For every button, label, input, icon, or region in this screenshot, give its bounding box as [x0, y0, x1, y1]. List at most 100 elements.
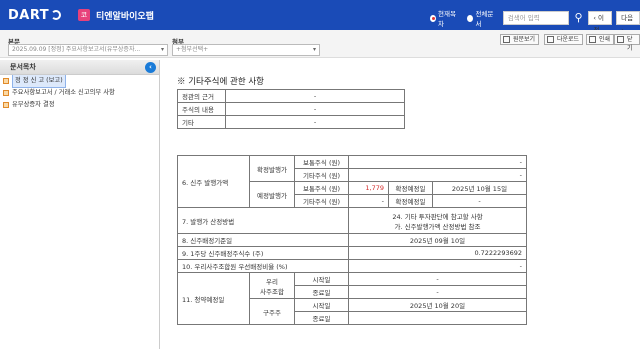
cell-value: -: [348, 259, 527, 273]
document-viewer: ※ 기타주식에 관한 사항 정관의 근거 - 주식의 내용 - 기타 - 6. 신주 …: [162, 60, 640, 349]
row-label: 9. 1주당 신주배정주식수 (주): [177, 246, 349, 260]
other-stock-label: 기타주식 (원): [294, 194, 349, 208]
toc-title: 문서목차: [10, 63, 36, 71]
esop-label-2: 사주조합: [260, 287, 284, 296]
other-stock-table: 정관의 근거 - 주식의 내용 - 기타 -: [177, 89, 405, 129]
end-date-label: 종료일: [294, 285, 349, 299]
toc-item-label: 정 정 신 고 (보고): [12, 74, 66, 88]
file-icon: [3, 78, 9, 84]
confirm-date-label: 확정예정일: [388, 181, 433, 195]
collapse-sidebar-icon[interactable]: ‹: [145, 62, 156, 73]
other-stock-label: 기타주식 (원): [294, 168, 349, 182]
common-stock-label: 보통주식 (원): [294, 155, 349, 169]
corp-type-badge: 코: [78, 9, 90, 21]
view-original-button[interactable]: 원문보기: [500, 34, 540, 45]
document-icon: [503, 36, 510, 43]
pricing-note-2: 가. 신주발행가액 산정방법 참조: [394, 222, 481, 231]
row-label: 10. 우리사주조합원 우선배정비율 (%): [177, 259, 349, 273]
company-name: 티엔알바이오팹: [96, 11, 154, 22]
common-stock-label: 보통주식 (원): [294, 181, 349, 195]
capital-increase-table: 6. 신주 발행가액 확정발행가 보통주식 (원) - 기타주식 (원) - 예…: [177, 155, 527, 325]
row-value: -: [225, 89, 405, 103]
report-select[interactable]: 2025.09.09 [정정] 주요사항보고서(유무상증자... ▾: [8, 44, 168, 56]
table-row: 정관의 근거 -: [177, 89, 405, 103]
row-label: 6. 신주 발행가액: [177, 155, 250, 208]
cell-value: 0.7222293692: [348, 246, 527, 260]
table-row: 주식의 내용 -: [177, 102, 405, 116]
cell-value: [348, 311, 527, 325]
toc-sidebar: 문서목차 ‹ 정 정 신 고 (보고) 주요사항보고서 / 거래소 신고의무 사…: [0, 60, 160, 349]
top-header: DART 코 티엔알바이오팹 현재목차 전체문서 검색어 입력 ⚲ ‹ 이전 다…: [0, 0, 640, 34]
download-label: 다운로드: [557, 36, 580, 43]
cell-value: -: [348, 155, 527, 169]
toc-item-major-report[interactable]: 주요사항보고서 / 거래소 신고의무 사항: [0, 87, 159, 99]
table-row: 9. 1주당 신주배정주식수 (주) 0.7222293692: [177, 246, 527, 260]
toc-item-label: 유무상증자 결정: [12, 101, 55, 108]
search-area: 현재목차 전체문서 검색어 입력 ⚲ ‹ 이전 다음 ›: [430, 8, 640, 34]
table-row: 기타 -: [177, 115, 405, 129]
radio-unselected-icon: [467, 14, 474, 22]
scope-all-radio[interactable]: 전체문서: [467, 8, 494, 28]
row-label: 7. 발행가 산정방법: [177, 207, 349, 234]
row-label: 정관의 근거: [177, 89, 226, 103]
confirm-date-value: 2025년 10월 15일: [432, 181, 527, 195]
download-button[interactable]: 다운로드: [544, 34, 584, 45]
scope-current-radio[interactable]: 현재목차: [430, 8, 457, 28]
cell-value: -: [348, 272, 527, 286]
print-label: 인쇄: [599, 36, 611, 43]
row-value: -: [225, 102, 405, 116]
view-original-label: 원문보기: [513, 36, 536, 43]
cell-value: -: [432, 194, 527, 208]
toc-item-capital-increase[interactable]: 유무상증자 결정: [0, 99, 159, 111]
table-row: 11. 청약예정일 우리 사주조합 시작일 -: [177, 272, 527, 325]
file-icon: [3, 102, 9, 108]
logo-swoosh-icon: [51, 10, 62, 20]
prev-button[interactable]: ‹ 이전: [588, 11, 613, 34]
scope-current-label: 현재목차: [438, 10, 456, 28]
end-date-label: 종료일: [294, 311, 349, 325]
esop-label: 우리 사주조합: [249, 272, 295, 299]
next-button[interactable]: 다음 ›: [616, 11, 640, 34]
print-icon: [589, 36, 596, 43]
table-row: 7. 발행가 산정방법 24. 기타 투자판단에 참고할 사항 가. 신주발행가액…: [177, 207, 527, 234]
attach-select[interactable]: +첨부선택+ ▾: [172, 44, 320, 56]
pricing-note-1: 24. 기타 투자판단에 참고할 사항: [392, 212, 483, 221]
cell-value: -: [348, 194, 389, 208]
start-date-label: 시작일: [294, 298, 349, 312]
download-icon: [547, 36, 554, 43]
row-value: -: [225, 115, 405, 129]
cell-value: 2025년 09월 10일: [348, 233, 527, 247]
close-button[interactable]: 닫기: [614, 34, 640, 52]
toc-item-correction[interactable]: 정 정 신 고 (보고): [0, 74, 159, 88]
expected-price-label: 예정발행가: [249, 181, 295, 208]
close-label: 닫기: [627, 36, 633, 52]
chevron-down-icon: ▾: [160, 46, 164, 53]
shareholder-label: 구주주: [249, 298, 295, 325]
start-date-label: 시작일: [294, 272, 349, 286]
report-select-value: 2025.09.09 [정정] 주요사항보고서(유무상증자...: [12, 46, 141, 53]
row-label: 11. 청약예정일: [177, 272, 250, 325]
chevron-down-icon: ▾: [312, 46, 316, 53]
row-label: 주식의 내용: [177, 102, 226, 116]
esop-label-1: 우리: [266, 277, 278, 286]
toc-header: 문서목차 ‹: [0, 60, 159, 75]
scope-all-label: 전체문서: [475, 10, 494, 28]
section-title: ※ 기타주식에 관한 사항: [177, 77, 264, 87]
attach-select-value: +첨부선택+: [176, 46, 209, 53]
toc-item-label: 주요사항보고서 / 거래소 신고의무 사항: [12, 89, 115, 96]
table-row: 6. 신주 발행가액 확정발행가 보통주식 (원) -: [177, 155, 527, 208]
file-icon: [3, 90, 9, 96]
row-label: 8. 신주배정기준일: [177, 233, 349, 247]
confirmed-price-label: 확정발행가: [249, 155, 295, 182]
radio-selected-icon: [430, 14, 437, 22]
search-icon[interactable]: ⚲: [573, 11, 585, 25]
dart-logo[interactable]: DART: [8, 6, 66, 24]
cell-value: -: [348, 168, 527, 182]
print-button[interactable]: 인쇄: [586, 34, 615, 45]
table-row: 8. 신주배정기준일 2025년 09월 10일: [177, 233, 527, 247]
close-icon: [617, 36, 624, 43]
confirm-date-label: 확정예정일: [388, 194, 433, 208]
expected-price-value: 1,779: [348, 181, 389, 195]
search-input[interactable]: 검색어 입력: [502, 11, 569, 25]
cell-value: -: [348, 285, 527, 299]
